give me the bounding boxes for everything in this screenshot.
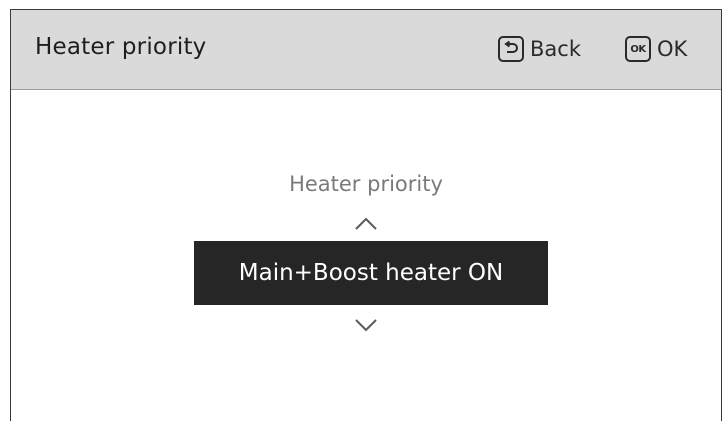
chevron-down-icon[interactable]	[354, 318, 378, 332]
ok-label: OK	[657, 37, 688, 61]
selected-value-text: Main+Boost heater ON	[238, 260, 504, 286]
back-button[interactable]: Back	[498, 35, 581, 63]
back-icon	[498, 36, 524, 62]
selector-label: Heater priority	[289, 172, 443, 196]
ok-button[interactable]: OK OK	[625, 35, 687, 63]
page-title: Heater priority	[35, 34, 207, 60]
selected-value[interactable]: Main+Boost heater ON	[194, 241, 548, 305]
header-bar: Heater priority Back OK OK	[11, 10, 721, 90]
chevron-up-icon[interactable]	[354, 217, 378, 231]
back-label: Back	[530, 37, 581, 61]
settings-screen: Heater priority Back OK OK Heater priori…	[10, 9, 722, 421]
ok-icon: OK	[625, 36, 651, 62]
